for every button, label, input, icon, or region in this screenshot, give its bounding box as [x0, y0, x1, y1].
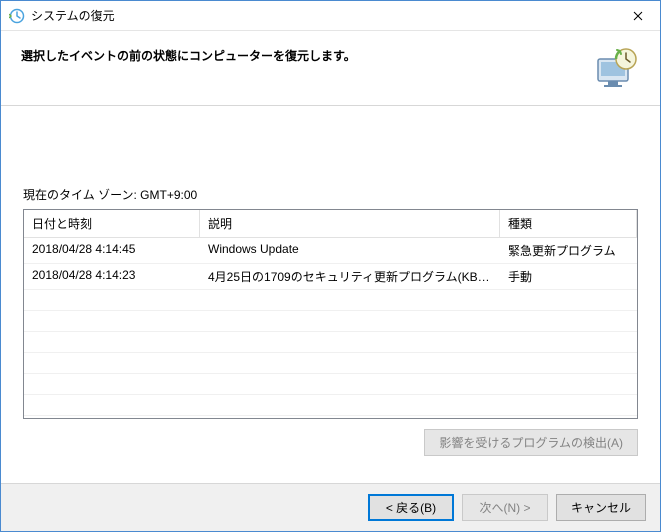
cell-desc: Windows Update [200, 238, 500, 263]
cancel-button[interactable]: キャンセル [556, 494, 646, 521]
detect-affected-programs-button: 影響を受けるプログラムの検出(A) [424, 429, 638, 456]
back-button[interactable]: < 戻る(B) [368, 494, 454, 521]
next-button: 次へ(N) > [462, 494, 548, 521]
header-area: 選択したイベントの前の状態にコンピューターを復元します。 [1, 31, 660, 106]
column-header-description[interactable]: 説明 [200, 210, 500, 237]
empty-row [24, 311, 637, 332]
titlebar: システムの復元 [1, 1, 660, 31]
window-title: システムの復元 [31, 7, 615, 24]
empty-row [24, 353, 637, 374]
column-header-type[interactable]: 種類 [500, 210, 637, 237]
restore-icon [592, 45, 640, 93]
cell-type: 手動 [500, 264, 637, 289]
empty-row [24, 416, 637, 419]
empty-row [24, 374, 637, 395]
empty-row [24, 395, 637, 416]
close-button[interactable] [615, 1, 660, 30]
body-area: 現在のタイム ゾーン: GMT+9:00 日付と時刻 説明 種類 2018/04… [1, 106, 660, 483]
system-restore-window: システムの復元 選択したイベントの前の状態にコンピューターを復元します。 現在の… [0, 0, 661, 532]
list-header: 日付と時刻 説明 種類 [24, 210, 637, 238]
cell-date: 2018/04/28 4:14:45 [24, 238, 200, 263]
timezone-label: 現在のタイム ゾーン: GMT+9:00 [23, 186, 638, 203]
list-body: 2018/04/28 4:14:45 Windows Update 緊急更新プロ… [24, 238, 637, 419]
empty-row [24, 290, 637, 311]
footer: < 戻る(B) 次へ(N) > キャンセル [1, 483, 660, 531]
cell-type: 緊急更新プログラム [500, 238, 637, 263]
table-row[interactable]: 2018/04/28 4:14:45 Windows Update 緊急更新プロ… [24, 238, 637, 264]
empty-row [24, 332, 637, 353]
restore-points-list: 日付と時刻 説明 種類 2018/04/28 4:14:45 Windows U… [23, 209, 638, 419]
system-restore-icon [9, 8, 25, 24]
detect-row: 影響を受けるプログラムの検出(A) [23, 429, 638, 456]
header-text: 選択したイベントの前の状態にコンピューターを復元します。 [21, 45, 580, 64]
column-header-date[interactable]: 日付と時刻 [24, 210, 200, 237]
cell-desc: 4月25日の1709のセキュリティ更新プログラム(KB4093105)削... [200, 264, 500, 289]
table-row[interactable]: 2018/04/28 4:14:23 4月25日の1709のセキュリティ更新プロ… [24, 264, 637, 290]
cell-date: 2018/04/28 4:14:23 [24, 264, 200, 289]
